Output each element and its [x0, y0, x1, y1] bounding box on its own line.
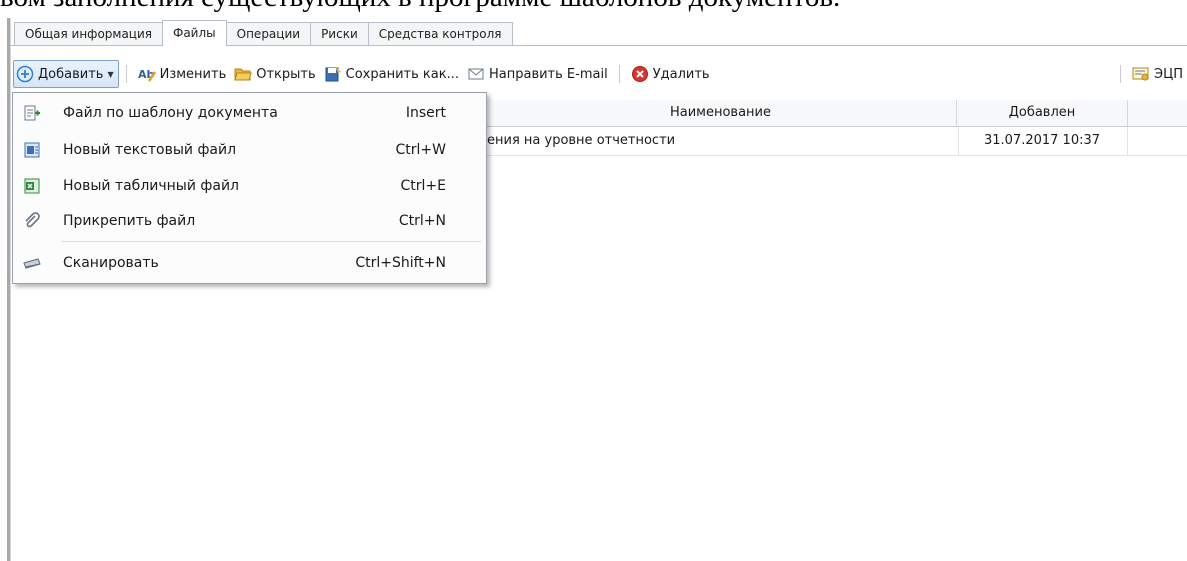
menu-item-shortcut: Ctrl+E — [400, 178, 447, 194]
menu-item-attach-file[interactable]: Прикрепить файл Ctrl+N — [13, 203, 486, 239]
send-email-button[interactable]: Направить E-mail — [463, 61, 612, 87]
add-dropdown-menu: Файл по шаблону документа Insert Новый т… — [12, 92, 487, 284]
save-as-icon — [324, 65, 342, 83]
files-toolbar: Добавить ▼ Ab Изменить Открыть Сохранить… — [10, 59, 1187, 89]
tab-strip: Общая информация Файлы Операции Риски Ср… — [14, 20, 513, 46]
envelope-icon — [467, 65, 485, 83]
template-file-icon — [23, 104, 41, 122]
paperclip-icon — [23, 212, 41, 230]
menu-item-shortcut: Ctrl+Shift+N — [355, 255, 446, 271]
certificate-icon — [1132, 65, 1150, 83]
edit-button-label: Изменить — [159, 66, 227, 82]
add-circle-icon — [16, 65, 34, 83]
column-header-name[interactable]: Наименование — [485, 100, 957, 126]
menu-item-label: Прикрепить файл — [63, 213, 196, 229]
edit-button[interactable]: Ab Изменить — [134, 61, 231, 87]
cell-added-date: 31.07.2017 10:37 — [957, 127, 1128, 155]
menu-item-label: Файл по шаблону документа — [63, 105, 278, 121]
menu-item-template-file[interactable]: Файл по шаблону документа Insert — [13, 95, 486, 131]
menu-item-shortcut: Ctrl+W — [395, 142, 446, 158]
delete-icon — [631, 65, 649, 83]
menu-item-shortcut: Insert — [405, 105, 446, 121]
delete-button[interactable]: Удалить — [627, 61, 714, 87]
tab-operations[interactable]: Операции — [225, 22, 312, 46]
panel-left-border — [7, 18, 11, 561]
ecp-button-label: ЭЦП — [1154, 66, 1183, 82]
send-email-button-label: Направить E-mail — [488, 66, 608, 82]
open-button[interactable]: Открыть — [230, 61, 319, 87]
column-header-added[interactable]: Добавлен — [957, 100, 1128, 126]
menu-item-scan[interactable]: Сканировать Ctrl+Shift+N — [13, 245, 486, 281]
ecp-signature-button[interactable]: ЭЦП — [1128, 61, 1187, 87]
word-file-icon — [23, 141, 41, 159]
chevron-down-icon: ▼ — [107, 69, 114, 79]
menu-item-shortcut: Ctrl+N — [398, 213, 446, 229]
tab-risks[interactable]: Риски — [310, 22, 369, 46]
document-text-fragment: вом заполнения существующих в программе … — [0, 0, 1187, 16]
toolbar-separator — [125, 65, 127, 83]
save-as-button-label: Сохранить как... — [345, 66, 459, 82]
toolbar-separator — [618, 65, 620, 83]
menu-separator — [61, 241, 481, 242]
delete-button-label: Удалить — [652, 66, 710, 82]
excel-file-icon — [23, 177, 41, 195]
save-as-button[interactable]: Сохранить как... — [320, 61, 463, 87]
cell-file-name: ения на уровне отчетности — [485, 127, 959, 155]
open-button-label: Открыть — [256, 66, 316, 82]
tab-controls[interactable]: Средства контроля — [367, 22, 513, 46]
rename-icon: Ab — [138, 65, 156, 83]
tab-general-info[interactable]: Общая информация — [14, 22, 163, 46]
menu-item-label: Сканировать — [63, 255, 159, 271]
add-button-label: Добавить — [38, 66, 104, 82]
menu-item-label: Новый текстовый файл — [63, 142, 237, 158]
add-button[interactable]: Добавить ▼ — [13, 60, 119, 88]
files-grid-header: Наименование Добавлен — [485, 100, 1187, 127]
table-row[interactable]: ения на уровне отчетности 31.07.2017 10:… — [485, 127, 1187, 156]
toolbar-separator — [1120, 65, 1122, 83]
menu-item-new-spreadsheet-file[interactable]: Новый табличный файл Ctrl+E — [13, 168, 486, 204]
tab-files[interactable]: Файлы — [162, 20, 227, 46]
menu-item-label: Новый табличный файл — [63, 178, 239, 194]
scanner-icon — [23, 254, 41, 272]
menu-item-new-text-file[interactable]: Новый текстовый файл Ctrl+W — [13, 132, 486, 168]
open-folder-icon — [234, 65, 252, 83]
